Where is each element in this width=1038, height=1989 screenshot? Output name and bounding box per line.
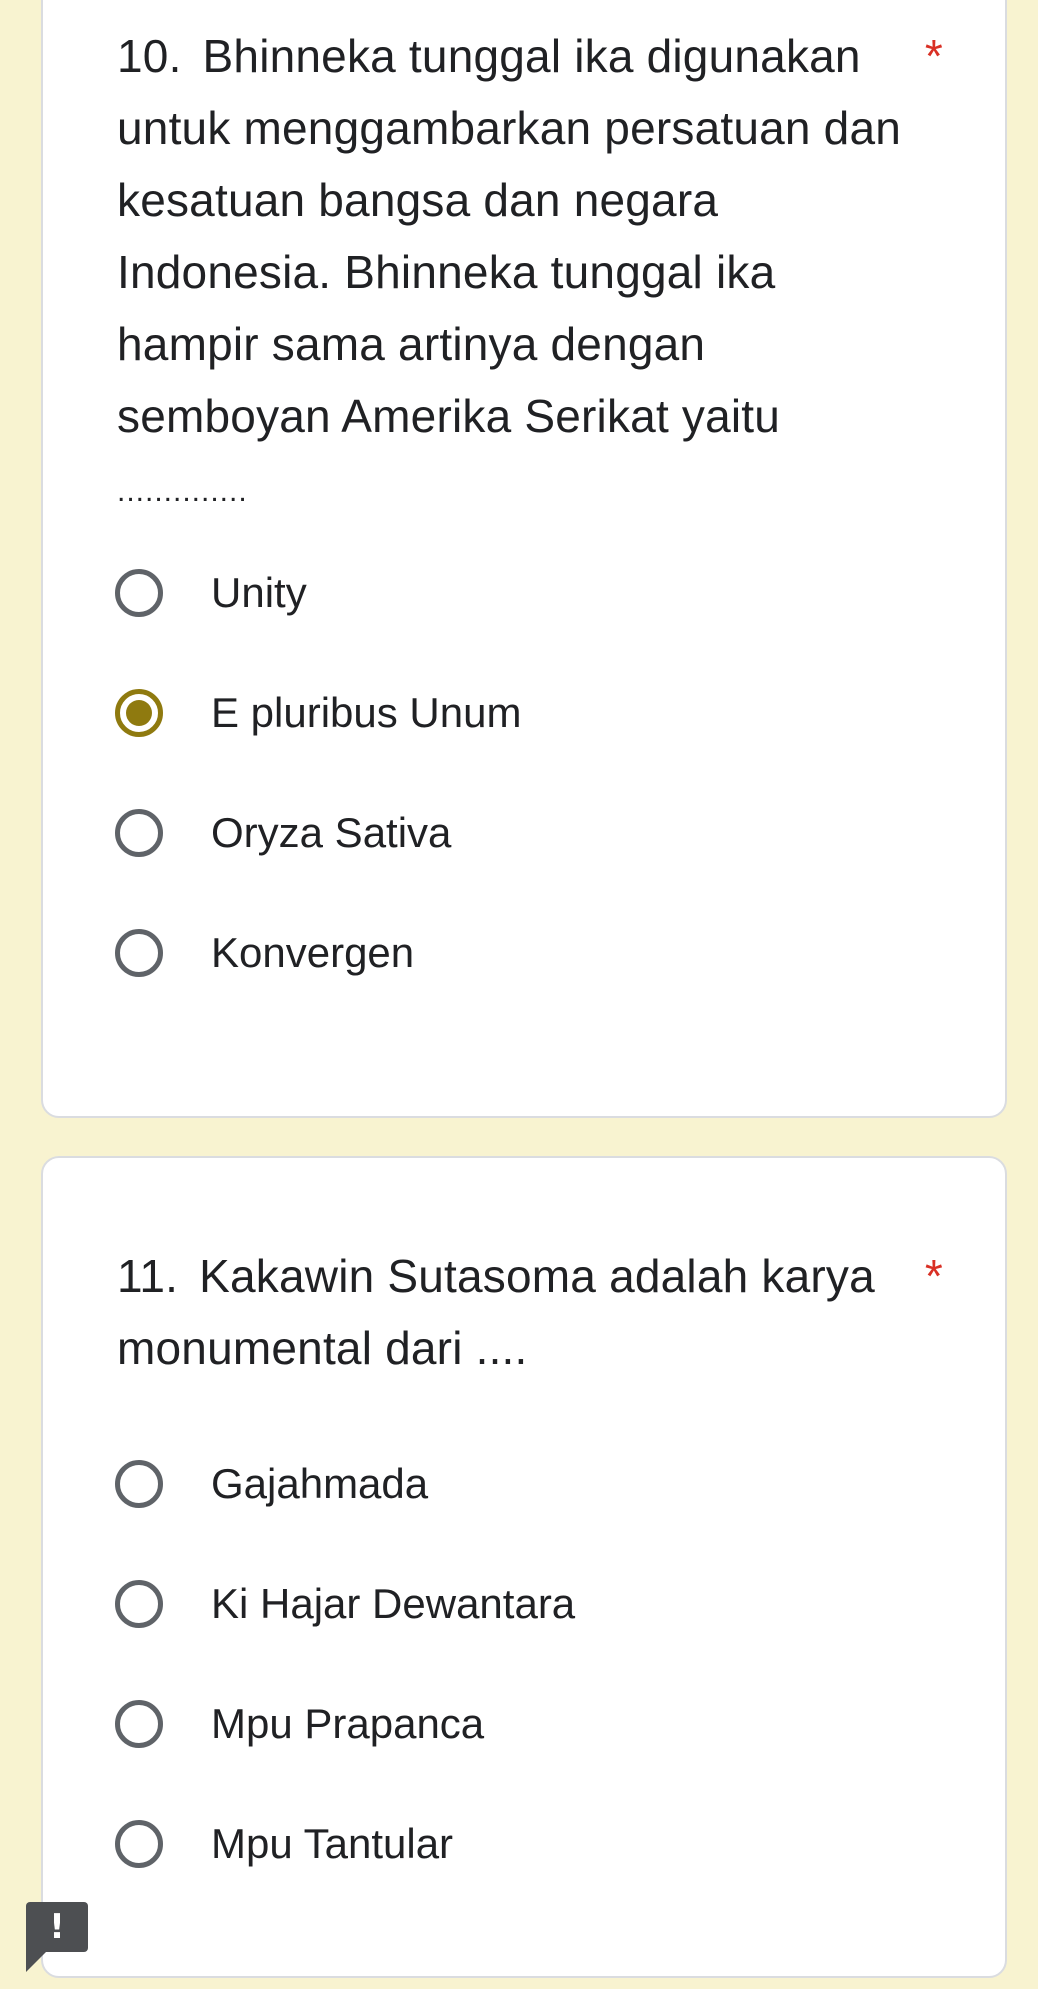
question-text-10: * 10. Bhinneka tunggal ika digunakan unt… [117,20,943,528]
radio-button[interactable] [115,809,163,857]
option-label: Ki Hajar Dewantara [211,1580,576,1627]
option-oryza-sativa[interactable]: Oryza Sativa [115,773,935,893]
required-asterisk: * [924,30,943,82]
radio-button[interactable] [115,569,163,617]
exclamation-icon: ! [49,1907,65,1947]
radio-button-selected[interactable] [115,689,163,737]
options-group-10: Unity E pluribus Unum Oryza Sativa Konve… [115,533,935,1013]
required-asterisk: * [924,1250,943,1302]
option-gajahmada[interactable]: Gajahmada [115,1424,935,1544]
option-label: Konvergen [211,929,415,976]
question-card-10: * 10. Bhinneka tunggal ika digunakan unt… [41,0,1007,1118]
option-ki-hajar-dewantara[interactable]: Ki Hajar Dewantara [115,1544,935,1664]
option-konvergen[interactable]: Konvergen [115,893,935,1013]
options-group-11: Gajahmada Ki Hajar Dewantara Mpu Prapanc… [115,1424,935,1904]
option-mpu-prapanca[interactable]: Mpu Prapanca [115,1664,935,1784]
option-label: Unity [211,569,307,616]
option-label: Mpu Prapanca [211,1700,485,1747]
option-label: Mpu Tantular [211,1820,454,1867]
answer-blank: .............. [117,475,248,508]
option-unity[interactable]: Unity [115,533,935,653]
question-text-11: * 11. Kakawin Sutasoma adalah karya monu… [117,1240,943,1384]
radio-button[interactable] [115,1580,163,1628]
option-e-pluribus-unum[interactable]: E pluribus Unum [115,653,935,773]
radio-button[interactable] [115,929,163,977]
question-card-11: * 11. Kakawin Sutasoma adalah karya monu… [41,1156,1007,1978]
question-prompt: Bhinneka tunggal ika digunakan untuk men… [117,30,902,442]
option-label: Oryza Sativa [211,809,452,856]
question-prompt: Kakawin Sutasoma adalah karya monumental… [117,1250,875,1374]
radio-button[interactable] [115,1700,163,1748]
option-mpu-tantular[interactable]: Mpu Tantular [115,1784,935,1904]
question-number: 11. [117,1250,179,1302]
report-problem-button[interactable]: ! [26,1902,88,1972]
radio-button[interactable] [115,1460,163,1508]
radio-button[interactable] [115,1820,163,1868]
option-label: Gajahmada [211,1460,429,1507]
option-label: E pluribus Unum [211,689,522,736]
question-number: 10. [117,30,182,82]
